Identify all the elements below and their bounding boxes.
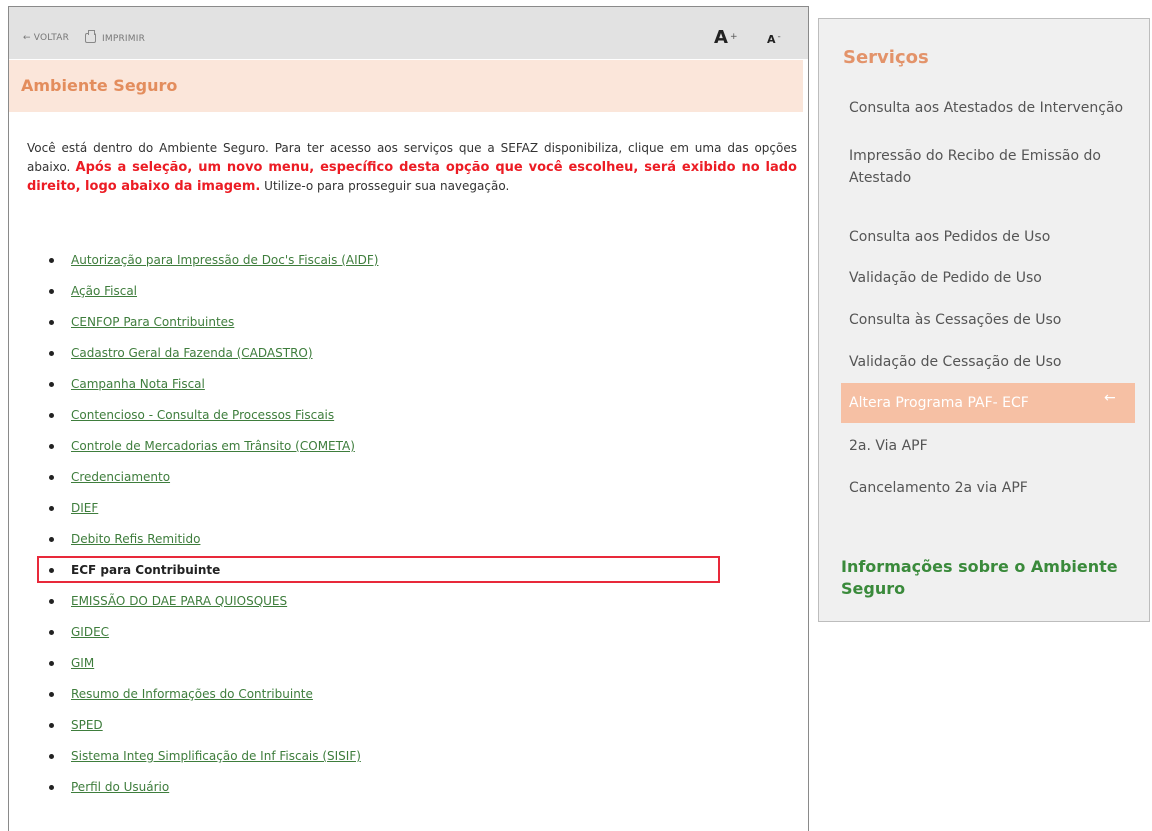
intro-text-part2: Utilize-o para prosseguir sua navegação. [264,179,510,193]
menu-item[interactable]: Perfil do Usuário [29,776,378,807]
menu-item-link[interactable]: Campanha Nota Fiscal [71,377,205,391]
service-item[interactable]: Cancelamento 2a via APF [849,477,1139,499]
menu-item[interactable]: Cadastro Geral da Fazenda (CADASTRO) [29,342,378,373]
menu-item-link[interactable]: Perfil do Usuário [71,780,169,794]
menu-item-link[interactable]: DIEF [71,501,98,515]
menu-item[interactable]: Credenciamento [29,466,378,497]
menu-item-link[interactable]: Cadastro Geral da Fazenda (CADASTRO) [71,346,313,360]
menu-item[interactable]: Campanha Nota Fiscal [29,373,378,404]
service-item[interactable]: Impressão do Recibo de Emissão do Atesta… [849,145,1139,189]
selection-highlight-box [37,556,720,583]
menu-item-link[interactable]: GIDEC [71,625,109,639]
main-panel: ← VOLTAR IMPRIMIR A + A- Ambiente Seguro … [8,6,809,831]
font-decrease-button[interactable]: A- [767,32,781,46]
font-decrease-sign: - [777,32,781,42]
font-increase-button[interactable]: A + [714,27,737,48]
menu-item[interactable]: Autorização para Impressão de Doc's Fisc… [29,249,378,280]
menu-item[interactable]: Debito Refis Remitido [29,528,378,559]
services-menu-list: Autorização para Impressão de Doc's Fisc… [29,249,378,807]
print-button[interactable]: IMPRIMIR [85,30,146,44]
service-item-active[interactable]: Altera Programa PAF- ECF [849,392,1139,414]
menu-item[interactable]: Contencioso - Consulta de Processos Fisc… [29,404,378,435]
service-item[interactable]: Consulta às Cessações de Uso [849,309,1139,331]
menu-item-link[interactable]: Controle de Mercadorias em Trânsito (COM… [71,439,355,453]
font-decrease-letter: A [767,33,776,46]
menu-item[interactable]: GIM [29,652,378,683]
page-title: Ambiente Seguro [21,76,178,95]
menu-item-link[interactable]: Debito Refis Remitido [71,532,200,546]
toolbar: ← VOLTAR IMPRIMIR A + A- [9,7,808,59]
services-title: Serviços [843,47,929,68]
menu-item-link[interactable]: Autorização para Impressão de Doc's Fisc… [71,253,378,267]
service-item[interactable]: Validação de Cessação de Uso [849,351,1139,373]
menu-item-link[interactable]: Resumo de Informações do Contribuinte [71,687,313,701]
font-increase-sign: + [729,32,738,42]
menu-item-link[interactable]: GIM [71,656,94,670]
service-item[interactable]: 2a. Via APF [849,435,1139,457]
service-item[interactable]: Consulta aos Pedidos de Uso [849,226,1139,248]
menu-item[interactable]: Ação Fiscal [29,280,378,311]
print-label: IMPRIMIR [102,34,146,44]
menu-item[interactable]: SPED [29,714,378,745]
menu-item[interactable]: Controle de Mercadorias em Trânsito (COM… [29,435,378,466]
back-button[interactable]: ← VOLTAR [23,33,69,43]
menu-item-link[interactable]: SPED [71,718,103,732]
menu-item-link[interactable]: Contencioso - Consulta de Processos Fisc… [71,408,334,422]
printer-icon [85,30,96,43]
intro-text: Você está dentro do Ambiente Seguro. Par… [27,139,797,196]
menu-item[interactable]: Sistema Integ Simplificação de Inf Fisca… [29,745,378,776]
menu-item[interactable]: Resumo de Informações do Contribuinte [29,683,378,714]
arrow-left-icon: ← [1104,390,1116,406]
menu-item-link[interactable]: Sistema Integ Simplificação de Inf Fisca… [71,749,361,763]
font-increase-letter: A [714,27,728,48]
title-bar: Ambiente Seguro [9,60,803,112]
menu-item[interactable]: DIEF [29,497,378,528]
menu-item[interactable]: EMISSÃO DO DAE PARA QUIOSQUES [29,590,378,621]
services-panel: Serviços Consulta aos Atestados de Inter… [818,18,1150,622]
menu-item-link[interactable]: Ação Fiscal [71,284,137,298]
service-item[interactable]: Validação de Pedido de Uso [849,267,1139,289]
menu-item[interactable]: CENFOP Para Contribuintes [29,311,378,342]
info-ambiente-seguro-link[interactable]: Informações sobre o Ambiente Seguro [841,556,1141,600]
menu-item-link[interactable]: EMISSÃO DO DAE PARA QUIOSQUES [71,594,287,608]
service-item[interactable]: Consulta aos Atestados de Intervenção [849,97,1139,119]
menu-item[interactable]: GIDEC [29,621,378,652]
menu-item-link[interactable]: Credenciamento [71,470,170,484]
menu-item-link[interactable]: CENFOP Para Contribuintes [71,315,234,329]
